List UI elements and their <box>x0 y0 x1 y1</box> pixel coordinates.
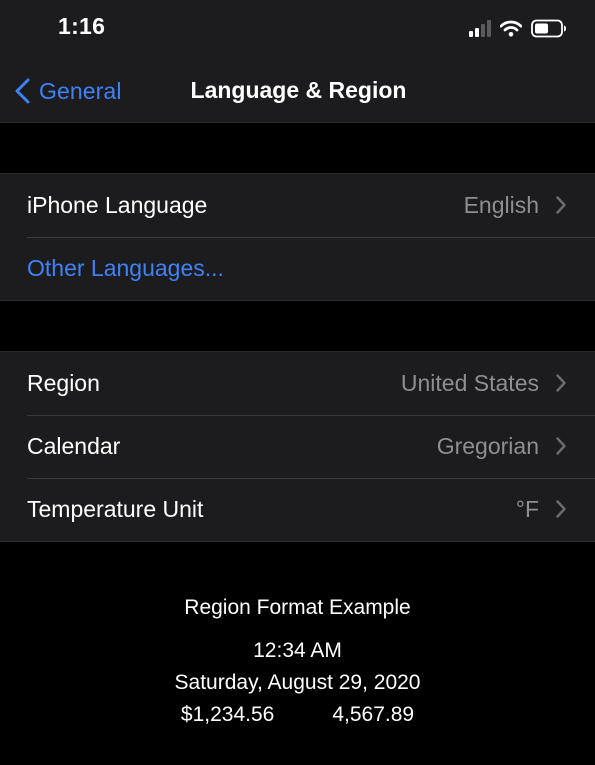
calendar-value: Gregorian <box>436 433 539 459</box>
example-date: Saturday, August 29, 2020 <box>174 671 421 694</box>
status-bar-icons <box>469 16 567 40</box>
iphone-language-value: English <box>463 192 539 218</box>
region-label: Region <box>27 370 100 396</box>
region-format-example: Region Format Example 12:34 AM Saturday,… <box>0 592 595 731</box>
wifi-icon <box>500 20 522 37</box>
calendar-label: Calendar <box>27 433 121 459</box>
page-title: Language & Region <box>190 77 407 103</box>
iphone-language-label: iPhone Language <box>27 192 208 218</box>
navigation-header: 1:16 General Language & Region <box>0 0 595 123</box>
chevron-right-icon <box>556 196 566 214</box>
iphone-language-row[interactable]: iPhone Language English <box>0 174 595 237</box>
other-languages-link[interactable]: Other Languages... <box>27 255 224 282</box>
status-bar-time: 1:16 <box>58 13 106 39</box>
example-currency: $1,234.56 <box>180 703 275 726</box>
temperature-unit-label: Temperature Unit <box>27 496 204 522</box>
calendar-row[interactable]: Calendar Gregorian <box>0 415 595 478</box>
region-value: United States <box>400 370 539 396</box>
region-settings-group: Region United States Calendar Gregorian … <box>0 351 595 542</box>
chevron-right-icon <box>556 437 566 455</box>
region-row[interactable]: Region United States <box>0 352 595 415</box>
chevron-right-icon <box>556 374 566 392</box>
region-format-example-title: Region Format Example <box>184 596 411 619</box>
example-time: 12:34 AM <box>253 639 342 662</box>
temperature-unit-row[interactable]: Temperature Unit °F <box>0 478 595 541</box>
chevron-right-icon <box>556 500 566 518</box>
battery-icon <box>531 19 566 37</box>
other-languages-row[interactable]: Other Languages... <box>0 237 595 300</box>
cellular-signal-icon <box>469 19 491 37</box>
example-number: 4,567.89 <box>332 703 415 726</box>
temperature-unit-value: °F <box>515 496 539 522</box>
example-numbers: $1,234.56 4,567.89 <box>0 699 595 731</box>
language-settings-group: iPhone Language English Other Languages.… <box>0 173 595 301</box>
